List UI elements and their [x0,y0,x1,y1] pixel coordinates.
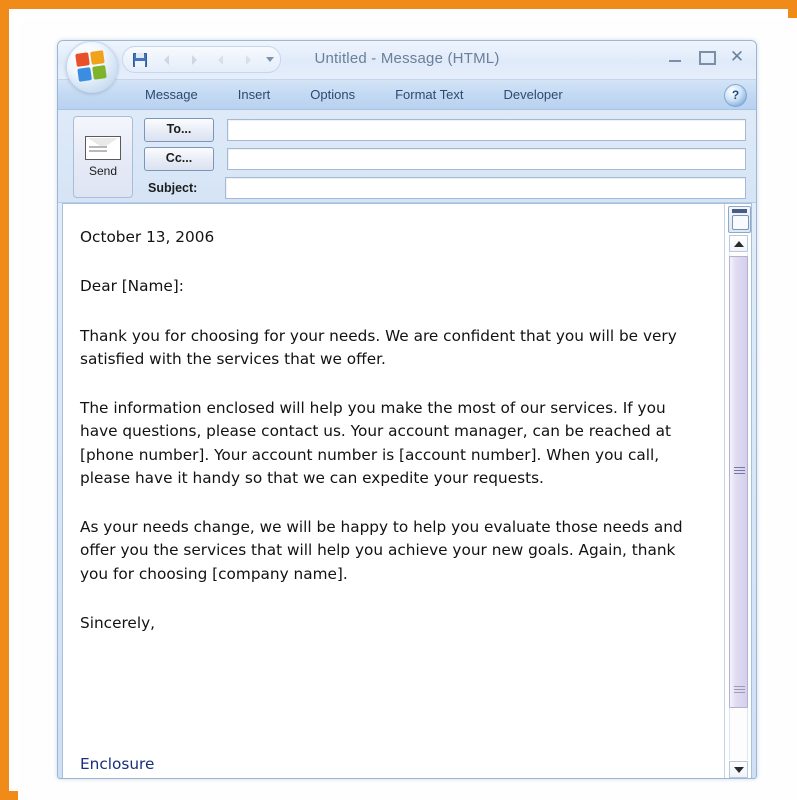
body-scrollbar[interactable] [724,204,751,778]
send-button[interactable]: Send [73,116,133,198]
subject-input[interactable] [225,177,746,199]
message-body-text[interactable]: October 13, 2006 Dear [Name]: Thank you … [63,204,724,778]
cc-input[interactable] [227,148,746,170]
minimize-button[interactable] [664,48,686,66]
office-button[interactable] [66,41,118,93]
to-button[interactable]: To... [144,118,214,142]
cc-button[interactable]: Cc... [144,147,214,171]
help-icon[interactable]: ? [724,84,747,107]
tab-insert[interactable]: Insert [225,83,284,106]
restore-button[interactable] [695,48,717,66]
show-ruler-button[interactable] [728,206,751,233]
scrollbar-thumb[interactable] [729,256,748,708]
tab-message[interactable]: Message [132,83,211,106]
body-closing: Sincerely, [80,613,156,632]
scroll-up-arrow[interactable] [729,235,748,252]
close-button[interactable]: ✕ [726,48,748,66]
subject-row: Subject: [144,176,746,200]
office-logo-icon [75,50,107,82]
body-salutation: Dear [Name]: [80,277,184,296]
body-paragraph-3: As your needs change, we will be happy t… [80,518,683,583]
body-paragraph-1: Thank you for choosing for your needs. W… [80,326,677,368]
scroll-down-arrow[interactable] [729,761,748,778]
scanned-page-frame: Untitled - Message (HTML) ✕ Message Inse… [0,0,797,800]
cc-row: Cc... [144,147,746,171]
tab-options[interactable]: Options [297,83,368,106]
tab-developer[interactable]: Developer [490,83,575,106]
address-fields: To... Cc... Subject: [144,118,746,205]
message-body-area: October 13, 2006 Dear [Name]: Thank you … [62,203,752,778]
subject-label: Subject: [148,181,198,195]
outlook-compose-window: Untitled - Message (HTML) ✕ Message Inse… [57,40,757,779]
tab-format-text[interactable]: Format Text [382,83,476,106]
window-controls: ✕ [664,48,748,66]
body-enclosure: Enclosure [80,755,155,773]
to-input[interactable] [227,119,746,141]
to-row: To... [144,118,746,142]
window-title: Untitled - Message (HTML) [314,50,500,67]
send-button-label: Send [88,164,118,178]
envelope-icon [85,136,121,160]
body-date: October 13, 2006 [80,228,215,246]
title-bar: Untitled - Message (HTML) ✕ [58,41,756,93]
message-header: Send To... Cc... Subject: [58,110,756,203]
ribbon-tab-strip: Message Insert Options Format Text Devel… [58,80,756,110]
body-paragraph-2: The information enclosed will help you m… [80,399,671,487]
